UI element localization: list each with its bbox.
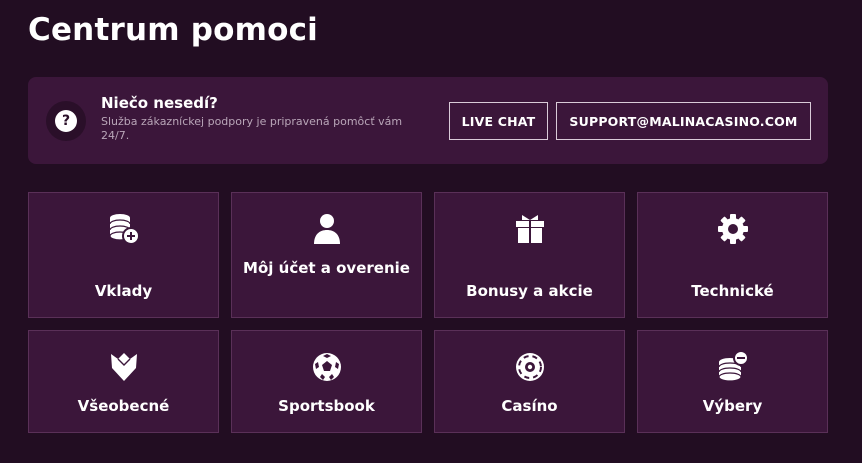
user-icon [310, 212, 344, 246]
casino-chip-icon [513, 350, 547, 384]
category-tile-account[interactable]: Môj účet a overenie [231, 192, 422, 318]
category-label: Všeobecné [77, 397, 170, 415]
category-label: Bonusy a akcie [466, 282, 593, 300]
category-label: Casíno [501, 397, 558, 415]
category-label: Sportsbook [278, 397, 375, 415]
category-tile-sportsbook[interactable]: Sportsbook [231, 330, 422, 433]
gift-icon [513, 212, 547, 246]
category-label: Môj účet a overenie [243, 259, 410, 277]
soccer-ball-icon [310, 350, 344, 384]
coins-minus-icon [716, 350, 750, 384]
gear-icon [716, 212, 750, 246]
support-heading: Niečo nesedí? [101, 94, 218, 112]
help-icon-container: ? [46, 101, 86, 141]
category-tile-casino[interactable]: Casíno [434, 330, 625, 433]
raspberry-icon [107, 350, 141, 384]
category-tile-withdrawals[interactable]: Výbery [637, 330, 828, 433]
page-title: Centrum pomoci [28, 12, 319, 48]
live-chat-button[interactable]: LIVE CHAT [449, 102, 548, 140]
category-tile-technical[interactable]: Technické [637, 192, 828, 318]
category-label: Vklady [94, 282, 153, 300]
category-tile-deposits[interactable]: Vklady [28, 192, 219, 318]
support-banner: ? Niečo nesedí? Služba zákazníckej podpo… [28, 77, 828, 164]
support-description: Služba zákazníckej podpory je pripravená… [101, 115, 403, 142]
help-center-page: Centrum pomoci ? Niečo nesedí? Služba zá… [0, 0, 862, 463]
question-mark-icon: ? [55, 110, 77, 132]
support-email-button[interactable]: SUPPORT@MALINACASINO.COM [556, 102, 811, 140]
category-label: Výbery [702, 397, 763, 415]
coins-plus-icon [107, 212, 141, 246]
category-tile-general[interactable]: Všeobecné [28, 330, 219, 433]
category-label: Technické [691, 282, 774, 300]
category-tile-bonuses[interactable]: Bonusy a akcie [434, 192, 625, 318]
